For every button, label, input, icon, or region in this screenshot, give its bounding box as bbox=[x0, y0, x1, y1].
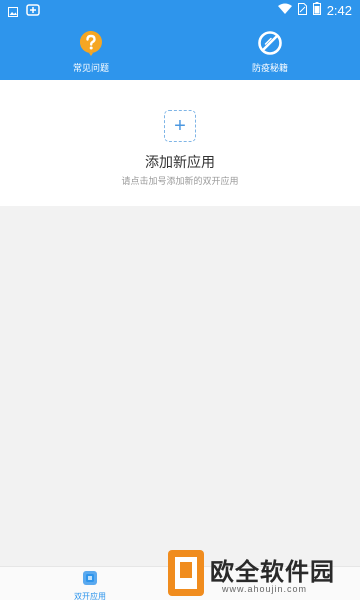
protection-tips-label: 防疫秘籍 bbox=[251, 64, 288, 74]
dual-app-icon bbox=[82, 571, 98, 590]
notification-app-icon bbox=[26, 2, 40, 21]
sim-icon bbox=[297, 2, 307, 19]
add-app-card: + 添加新应用 请点击加号添加新的双开应用 bbox=[0, 80, 360, 206]
status-time: 2:42 bbox=[326, 3, 352, 18]
add-app-title: 添加新应用 bbox=[145, 155, 215, 171]
status-right: 2:42 bbox=[277, 2, 352, 19]
no-symbol-icon bbox=[257, 31, 283, 60]
protection-tips-button[interactable]: 防疫秘籍 bbox=[220, 30, 320, 75]
question-icon bbox=[78, 31, 104, 60]
watermark-text: 欧全软件园 bbox=[210, 558, 335, 586]
watermark-logo-icon bbox=[166, 548, 206, 598]
watermark: 欧全软件园 www.ahoujin.com bbox=[166, 546, 360, 600]
add-app-hint: 请点击加号添加新的双开应用 bbox=[121, 177, 239, 187]
nav-item-dual-apps[interactable]: 双开应用 bbox=[62, 570, 118, 600]
status-bar: 2:42 bbox=[0, 0, 360, 20]
header-toolbar: 常见问题 防疫秘籍 bbox=[0, 20, 360, 80]
status-left bbox=[8, 2, 40, 21]
image-icon bbox=[8, 2, 18, 21]
watermark-url: www.ahoujin.com bbox=[222, 584, 308, 594]
battery-icon bbox=[312, 2, 321, 19]
faq-button[interactable]: 常见问题 bbox=[41, 30, 141, 75]
faq-label: 常见问题 bbox=[72, 64, 109, 74]
plus-icon: + bbox=[174, 115, 186, 137]
wifi-icon bbox=[277, 3, 292, 18]
add-app-button[interactable]: + bbox=[164, 110, 196, 142]
nav-item-label: 双开应用 bbox=[74, 592, 106, 600]
